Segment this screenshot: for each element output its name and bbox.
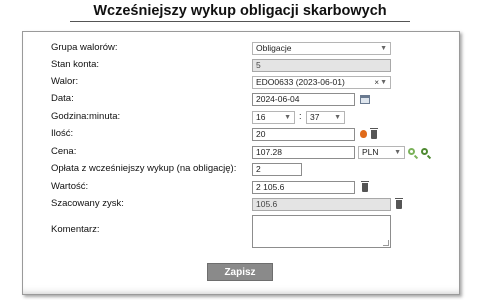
save-button[interactable]: Zapisz xyxy=(207,263,273,281)
value-label: Wartość: xyxy=(51,181,89,192)
chevron-down-icon: ▼ xyxy=(334,114,341,121)
form-panel: Grupa walorów: Obligacje ▼ Stan konta: 5… xyxy=(22,31,460,295)
time-separator: : xyxy=(299,111,302,121)
profit-label: Szacowany zysk: xyxy=(51,198,124,209)
group-label: Grupa walorów: xyxy=(51,42,118,53)
clear-icon[interactable]: × xyxy=(374,77,379,88)
comment-textarea[interactable] xyxy=(252,215,391,248)
quantity-input[interactable]: 20 xyxy=(252,128,355,141)
fee-input[interactable]: 2 xyxy=(252,163,302,176)
hour-select-value: 16 xyxy=(256,112,266,122)
chevron-down-icon[interactable]: ▼ xyxy=(380,77,387,88)
currency-select-value: PLN xyxy=(362,147,379,157)
chevron-down-icon: ▼ xyxy=(394,149,401,156)
date-label: Data: xyxy=(51,93,74,104)
search-icon-alt[interactable] xyxy=(421,148,428,155)
title-underline xyxy=(70,21,410,22)
search-icon[interactable] xyxy=(408,148,415,155)
value-input[interactable]: 2 105.6 xyxy=(252,181,355,194)
chevron-down-icon: ▼ xyxy=(380,45,387,52)
fee-label: Opłata z wcześniejszy wykup (na obligacj… xyxy=(51,163,237,174)
date-input[interactable]: 2024-06-04 xyxy=(252,93,355,106)
currency-select[interactable]: PLN ▼ xyxy=(358,146,405,159)
chevron-down-icon: ▼ xyxy=(284,114,291,121)
trash-icon[interactable] xyxy=(361,181,369,192)
price-input[interactable]: 107.28 xyxy=(252,146,355,159)
quantity-label: Ilość: xyxy=(51,128,74,139)
page-title: Wcześniejszy wykup obligacji skarbowych xyxy=(93,3,387,19)
comment-label: Komentarz: xyxy=(51,224,100,235)
trash-icon[interactable] xyxy=(370,128,378,139)
profit-field: 105.6 xyxy=(252,198,391,211)
asset-select-value: EDO0633 (2023-06-01) xyxy=(256,77,345,87)
asset-select[interactable]: EDO0633 (2023-06-01) × ▼ xyxy=(252,76,391,89)
balance-field: 5 xyxy=(252,59,391,72)
group-select[interactable]: Obligacje ▼ xyxy=(252,42,391,55)
hour-select[interactable]: 16 ▼ xyxy=(252,111,295,124)
minute-select[interactable]: 37 ▼ xyxy=(306,111,345,124)
minute-select-value: 37 xyxy=(310,112,320,122)
balance-label: Stan konta: xyxy=(51,59,100,70)
trash-icon[interactable] xyxy=(395,198,403,209)
fire-icon[interactable] xyxy=(360,130,367,138)
resize-handle-icon[interactable] xyxy=(383,240,389,246)
time-label: Godzina:minuta: xyxy=(51,111,121,122)
group-select-value: Obligacje xyxy=(256,43,292,53)
calendar-icon[interactable] xyxy=(360,95,370,104)
price-label: Cena: xyxy=(51,146,77,157)
asset-label: Walor: xyxy=(51,76,79,87)
